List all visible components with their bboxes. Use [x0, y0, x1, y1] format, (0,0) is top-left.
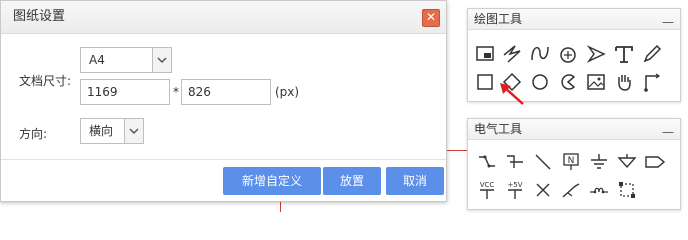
- coil-icon[interactable]: [588, 179, 610, 201]
- switch-icon[interactable]: [476, 151, 498, 173]
- paper-size-value: A4: [89, 53, 105, 67]
- chevron-down-icon: [124, 119, 143, 143]
- rectangle-frame-icon[interactable]: [474, 43, 496, 65]
- place-button[interactable]: 放置: [323, 167, 381, 195]
- hand-icon[interactable]: [613, 71, 635, 93]
- vcc-icon[interactable]: VCC: [476, 179, 498, 201]
- multiply-symbol: *: [173, 85, 179, 99]
- canvas-line: [445, 150, 468, 151]
- close-icon: ✕: [425, 10, 437, 24]
- electric-tools-title: 电气工具: [474, 122, 523, 136]
- vcc-label: VCC: [480, 181, 495, 189]
- text-icon[interactable]: [613, 43, 635, 65]
- tag-icon[interactable]: [644, 151, 666, 173]
- cross-icon[interactable]: [532, 179, 554, 201]
- n-box-label: N: [568, 156, 575, 166]
- height-input[interactable]: 826: [181, 79, 271, 105]
- close-button[interactable]: ✕: [422, 9, 440, 27]
- grid-icon[interactable]: [616, 179, 638, 201]
- switch-t-icon[interactable]: [504, 151, 526, 173]
- width-input[interactable]: 1169: [80, 79, 170, 105]
- ground-icon[interactable]: [588, 151, 610, 173]
- draw-tools-panel: 绘图工具 —: [467, 8, 681, 105]
- plus5v-icon[interactable]: +5V: [504, 179, 526, 201]
- circle-icon[interactable]: [529, 71, 551, 93]
- probe-icon[interactable]: [560, 179, 582, 201]
- pencil-icon[interactable]: [641, 43, 663, 65]
- footer-divider: [1, 159, 446, 160]
- minimize-icon[interactable]: —: [662, 12, 674, 32]
- cancel-button[interactable]: 取消: [386, 167, 444, 195]
- arrow-head-icon[interactable]: [585, 43, 607, 65]
- paper-settings-dialog: 图纸设置 ✕ 文档尺寸: A4 1169 * 826 (px) 方向: 横向 新…: [0, 0, 447, 202]
- connector-icon[interactable]: [641, 71, 663, 93]
- paper-size-select[interactable]: A4: [80, 47, 172, 73]
- direction-label: 方向:: [19, 127, 48, 141]
- draw-tools-header[interactable]: 绘图工具 —: [468, 9, 680, 30]
- lightning-icon[interactable]: [501, 43, 523, 65]
- doc-size-label: 文档尺寸:: [19, 74, 72, 88]
- draw-tools-title: 绘图工具: [474, 12, 523, 26]
- unit-label: (px): [275, 85, 300, 99]
- minimize-icon[interactable]: —: [662, 122, 674, 142]
- image-icon[interactable]: [585, 71, 607, 93]
- circle-arrow-icon[interactable]: [557, 43, 579, 65]
- red-pointer-arrow-icon: [500, 83, 524, 105]
- plus5v-label: +5V: [507, 181, 522, 189]
- electric-tools-header[interactable]: 电气工具 —: [468, 119, 680, 140]
- electric-tools-panel: 电气工具 — N VCC +5V: [467, 118, 681, 210]
- orientation-value: 横向: [89, 124, 114, 138]
- triangle-down-icon[interactable]: [616, 151, 638, 173]
- slash-icon[interactable]: [532, 151, 554, 173]
- orientation-select[interactable]: 横向: [80, 118, 144, 144]
- chevron-down-icon: [152, 48, 171, 72]
- add-custom-button[interactable]: 新增自定义: [223, 167, 321, 195]
- n-box-icon[interactable]: N: [560, 151, 582, 173]
- pacman-icon[interactable]: [557, 71, 579, 93]
- curve-icon[interactable]: [529, 43, 551, 65]
- square-icon[interactable]: [474, 71, 496, 93]
- dialog-title: 图纸设置: [1, 1, 446, 34]
